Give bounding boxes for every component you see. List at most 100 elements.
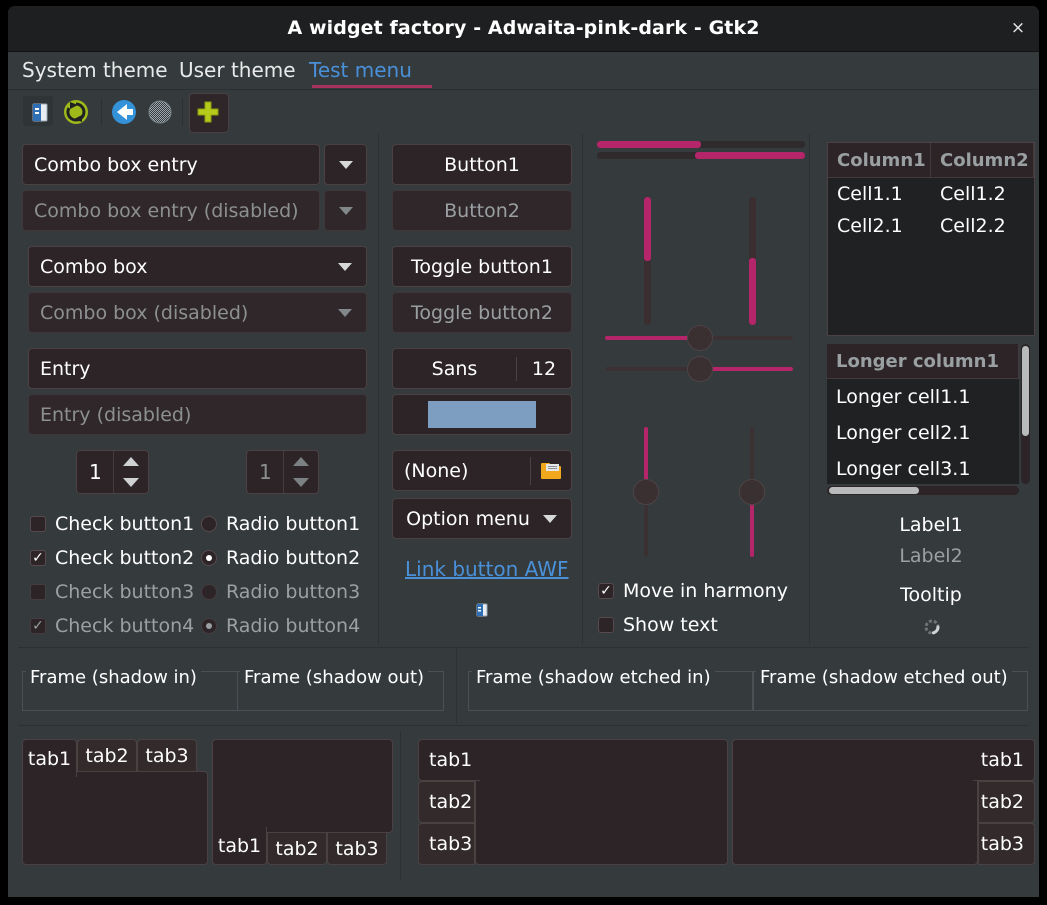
table-row[interactable]: Cell1.1 Cell1.2 <box>828 178 1034 210</box>
notebooks-top-separator <box>18 725 1029 726</box>
progress-fill <box>749 258 756 325</box>
scale-horizontal-top[interactable] <box>605 325 793 351</box>
check-button-1-label: Check button1 <box>55 513 195 535</box>
frame-shadow-etched-in-label: Frame (shadow etched in) <box>472 667 715 688</box>
spin-button-disabled-value: 1 <box>259 460 272 484</box>
entry-input[interactable]: Entry <box>28 348 367 389</box>
chevron-down-icon <box>543 514 557 523</box>
progress-fill <box>644 197 651 261</box>
menu-item-user-theme[interactable]: User theme <box>173 56 302 84</box>
spin-down-icon <box>284 472 318 493</box>
checkbox-icon <box>598 617 614 633</box>
close-icon[interactable]: × <box>1003 14 1033 42</box>
scale-horizontal-bottom[interactable] <box>605 356 793 382</box>
check-button-4-label: Check button4 <box>55 615 195 637</box>
checkbox-checked-icon: ✓ <box>30 618 46 634</box>
menu-bar: System theme User theme Test menu <box>8 52 1039 90</box>
table-cell: Cell2.1 <box>837 215 903 237</box>
column-header[interactable]: Longer column1 <box>827 344 1019 378</box>
back-arrow-icon[interactable] <box>108 96 140 128</box>
check-button-1[interactable]: Check button1 <box>30 513 194 535</box>
combo-box-entry-input[interactable]: Combo box entry <box>22 144 320 185</box>
tab-3[interactable]: tab3 <box>327 832 387 865</box>
column-separator-2 <box>582 134 583 644</box>
file-chooser-label: (None) <box>404 459 469 482</box>
chevron-down-icon <box>338 262 352 271</box>
tab-1[interactable]: tab1 <box>973 739 1035 781</box>
menu-item-test-menu[interactable]: Test menu <box>303 56 418 84</box>
table-row[interactable]: Longer cell3.1 <box>827 451 1019 484</box>
button-1[interactable]: Button1 <box>392 144 572 185</box>
chevron-down-icon <box>338 308 352 317</box>
tab-2[interactable]: tab2 <box>77 739 137 772</box>
tab-3[interactable]: tab3 <box>137 739 197 772</box>
column-header[interactable]: Column2 <box>931 143 1034 177</box>
radio-icon <box>201 584 217 600</box>
link-button[interactable]: Link button AWF <box>405 557 569 581</box>
spin-button[interactable]: 1 <box>76 450 149 494</box>
column-separator-1 <box>378 134 379 644</box>
check-button-2[interactable]: ✓ Check button2 <box>30 547 194 569</box>
radio-button-1[interactable]: Radio button1 <box>201 513 360 535</box>
spin-down-icon[interactable] <box>114 472 148 493</box>
spin-button-steppers[interactable] <box>113 451 148 493</box>
scrollbar-thumb[interactable] <box>829 487 919 494</box>
tool-bar <box>8 90 1039 134</box>
tree-view-2[interactable]: Longer column1 Longer cell1.1 Longer cel… <box>827 344 1019 484</box>
tab-2[interactable]: tab2 <box>267 832 327 865</box>
menu-item-system-theme[interactable]: System theme <box>16 56 174 84</box>
combo-box[interactable]: Combo box <box>28 246 367 287</box>
scale-vertical-right[interactable] <box>739 427 765 557</box>
check-button-3: Check button3 <box>30 581 194 603</box>
label-2: Label2 <box>899 545 963 567</box>
button-2: Button2 <box>392 190 572 231</box>
combo-box-disabled-label: Combo box (disabled) <box>40 301 249 324</box>
scale-handle[interactable] <box>687 356 713 382</box>
scale-handle[interactable] <box>633 479 659 505</box>
tab-3[interactable]: tab3 <box>418 823 475 865</box>
tree-view-1[interactable]: Column1 Column2 Cell1.1 Cell1.2 Cell2.1 … <box>827 142 1035 336</box>
tab-3[interactable]: tab3 <box>978 823 1035 865</box>
scale-handle[interactable] <box>739 479 765 505</box>
radio-button-2[interactable]: Radio button2 <box>201 547 360 569</box>
tab-2[interactable]: tab2 <box>978 781 1035 823</box>
chevron-down-icon <box>338 160 353 169</box>
notebook-tabs-bottom: tab1 tab2 tab3 <box>212 739 393 865</box>
tree-view-2-horizontal-scrollbar[interactable] <box>827 486 1019 495</box>
document-icon[interactable] <box>24 96 56 128</box>
column-header[interactable]: Column1 <box>828 143 931 177</box>
move-in-harmony-check[interactable]: ✓ Move in harmony <box>598 580 788 602</box>
scrollbar-thumb[interactable] <box>1022 346 1029 436</box>
scale-vertical-left[interactable] <box>633 427 659 557</box>
toggle-button-1[interactable]: Toggle button1 <box>392 246 572 287</box>
tab-2[interactable]: tab2 <box>418 781 475 823</box>
table-row[interactable]: Cell2.1 Cell2.2 <box>828 210 1034 242</box>
radio-selected-icon <box>201 550 217 566</box>
frames-middle-separator <box>456 649 457 723</box>
window-title: A widget factory - Adwaita-pink-dark - G… <box>287 17 760 39</box>
tree-view-2-header: Longer column1 <box>827 344 1019 379</box>
tab-1[interactable]: tab1 <box>212 827 267 865</box>
table-cell: Cell2.2 <box>940 215 1006 237</box>
color-button[interactable] <box>392 394 572 435</box>
add-icon[interactable] <box>192 96 224 128</box>
tab-1[interactable]: tab1 <box>22 739 77 777</box>
combo-box-entry-dropdown-button[interactable] <box>324 144 367 185</box>
spin-up-icon[interactable] <box>114 451 148 472</box>
scale-handle[interactable] <box>687 325 713 351</box>
table-row[interactable]: Longer cell1.1 <box>827 379 1019 415</box>
show-text-check[interactable]: Show text <box>598 614 718 636</box>
font-button[interactable]: Sans 12 <box>392 348 572 389</box>
tab-1[interactable]: tab1 <box>418 739 480 781</box>
radio-icon <box>201 516 217 532</box>
combo-box-disabled: Combo box (disabled) <box>28 292 367 333</box>
table-row[interactable]: Longer cell2.1 <box>827 415 1019 451</box>
show-text-label: Show text <box>623 614 718 636</box>
check-button-4: ✓ Check button4 <box>30 615 194 637</box>
refresh-icon[interactable] <box>60 96 92 128</box>
frame-shadow-in-label: Frame (shadow in) <box>26 667 201 688</box>
tree-view-2-vertical-scrollbar[interactable] <box>1021 344 1030 484</box>
file-chooser-button[interactable]: (None) <box>392 450 572 491</box>
option-menu[interactable]: Option menu <box>392 498 572 539</box>
checkbox-checked-icon: ✓ <box>30 550 46 566</box>
